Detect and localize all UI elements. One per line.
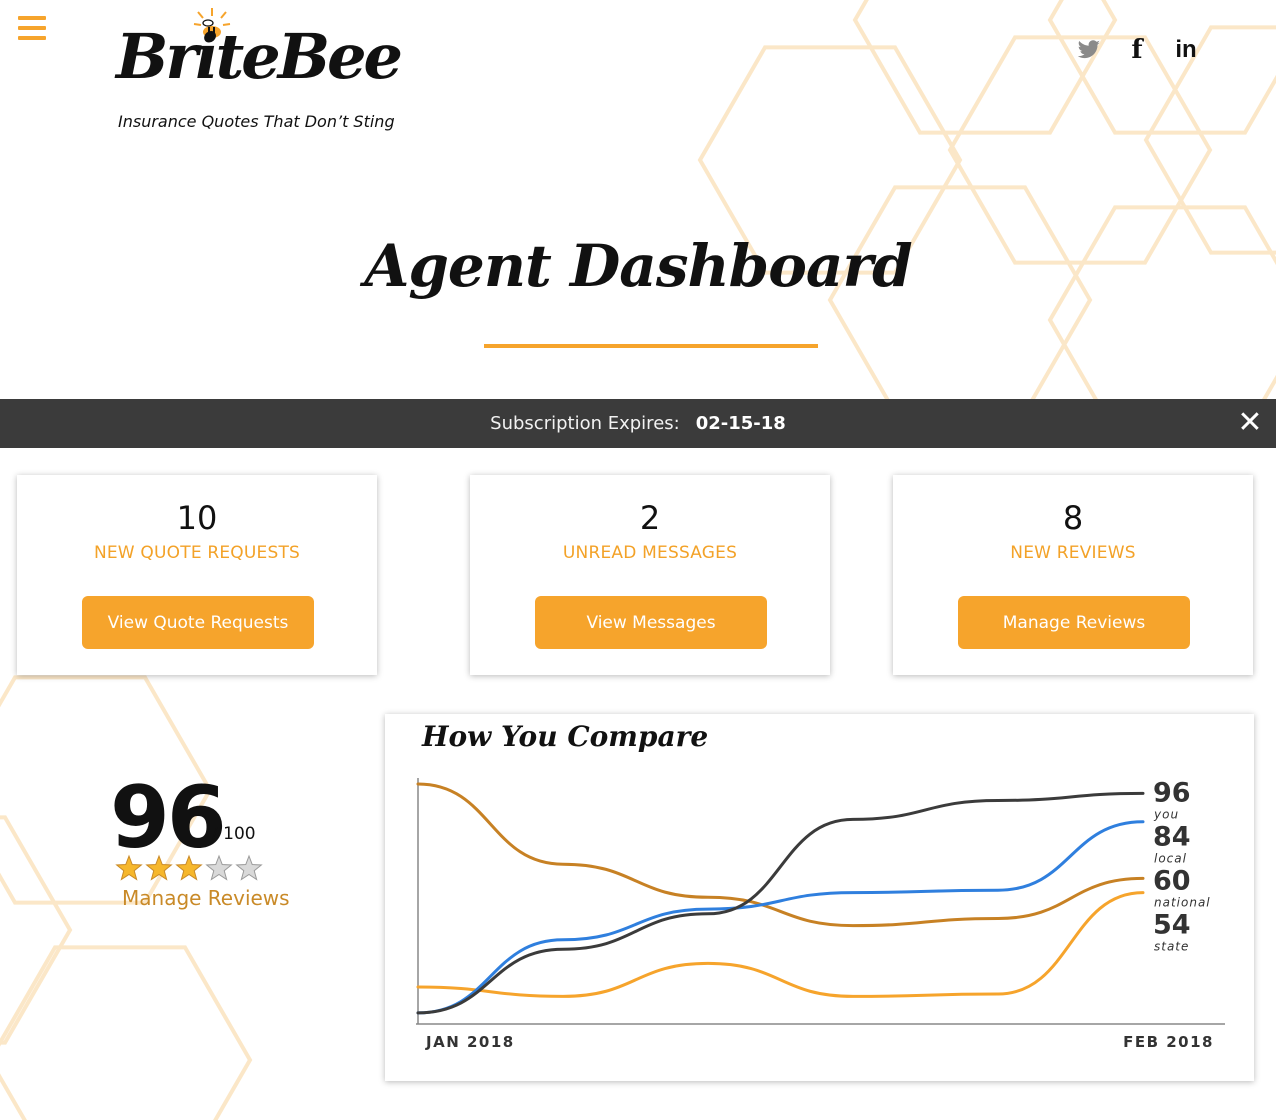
subscription-bar: Subscription Expires: 02-15-18 ✕ bbox=[0, 399, 1276, 448]
title-underline bbox=[484, 344, 818, 348]
rating-max: / 100 bbox=[212, 824, 256, 844]
linkedin-icon[interactable]: in bbox=[1170, 34, 1202, 66]
quote-requests-count: 10 bbox=[176, 499, 218, 537]
series-name-label: state bbox=[1154, 939, 1189, 953]
compare-line-chart: JAN 2018 FEB 2018 96you84local60national54… bbox=[416, 777, 1225, 1051]
card-reviews: 8 NEW REVIEWS Manage Reviews bbox=[893, 475, 1253, 675]
star-filled-icon bbox=[115, 854, 143, 881]
star-rating bbox=[114, 854, 264, 882]
manage-reviews-link[interactable]: Manage Reviews bbox=[122, 886, 290, 910]
star-empty-icon bbox=[205, 854, 233, 881]
series-end-value: 60 bbox=[1153, 865, 1191, 896]
x-tick-label: JAN 2018 bbox=[425, 1033, 515, 1051]
twitter-bird-icon bbox=[1077, 40, 1100, 59]
x-tick-label: FEB 2018 bbox=[1123, 1033, 1214, 1051]
honeycomb-cell bbox=[827, 185, 1093, 415]
unread-messages-label: UNREAD MESSAGES bbox=[562, 543, 738, 563]
honeycomb-cell bbox=[1143, 25, 1276, 255]
star-filled-icon bbox=[175, 854, 203, 881]
honeycomb-cell bbox=[0, 945, 253, 1120]
star-filled-icon bbox=[145, 854, 173, 881]
view-messages-button[interactable]: View Messages bbox=[535, 596, 767, 649]
logo-wordmark: BriteBee bbox=[116, 20, 403, 93]
series-end-value: 96 bbox=[1153, 777, 1191, 808]
facebook-icon[interactable]: f bbox=[1124, 34, 1150, 66]
new-reviews-count: 8 bbox=[1062, 499, 1084, 537]
subscription-label: Subscription Expires: bbox=[490, 413, 680, 434]
series-name-label: local bbox=[1154, 851, 1187, 865]
hamburger-menu-icon[interactable] bbox=[18, 16, 46, 40]
rating-score: 96 bbox=[110, 768, 227, 868]
star-empty-icon bbox=[235, 854, 263, 881]
card-quote-requests: 10 NEW QUOTE REQUESTS View Quote Request… bbox=[17, 475, 377, 675]
quote-requests-label: NEW QUOTE REQUESTS bbox=[93, 543, 301, 563]
view-quote-requests-button[interactable]: View Quote Requests bbox=[82, 596, 314, 649]
page-title: Agent Dashboard bbox=[364, 232, 912, 300]
close-icon[interactable]: ✕ bbox=[1236, 408, 1264, 438]
series-end-value: 54 bbox=[1153, 909, 1191, 940]
series-end-value: 84 bbox=[1153, 821, 1191, 852]
twitter-icon[interactable] bbox=[1074, 34, 1104, 66]
logo-tagline: Insurance Quotes That Don’t Sting bbox=[118, 112, 395, 131]
card-messages: 2 UNREAD MESSAGES View Messages bbox=[470, 475, 830, 675]
series-line-state bbox=[416, 891, 1145, 998]
britebee-logo[interactable]: BriteBee Insurance Quotes That Don’t Sti… bbox=[112, 6, 412, 136]
unread-messages-count: 2 bbox=[639, 499, 661, 537]
series-name-label: you bbox=[1153, 807, 1179, 821]
series-name-label: national bbox=[1154, 895, 1211, 909]
subscription-date: 02-15-18 bbox=[695, 413, 786, 434]
manage-reviews-button[interactable]: Manage Reviews bbox=[958, 596, 1190, 649]
series-line-national bbox=[416, 782, 1145, 928]
honeycomb-cell bbox=[0, 815, 73, 1045]
new-reviews-label: NEW REVIEWS bbox=[1010, 543, 1136, 563]
